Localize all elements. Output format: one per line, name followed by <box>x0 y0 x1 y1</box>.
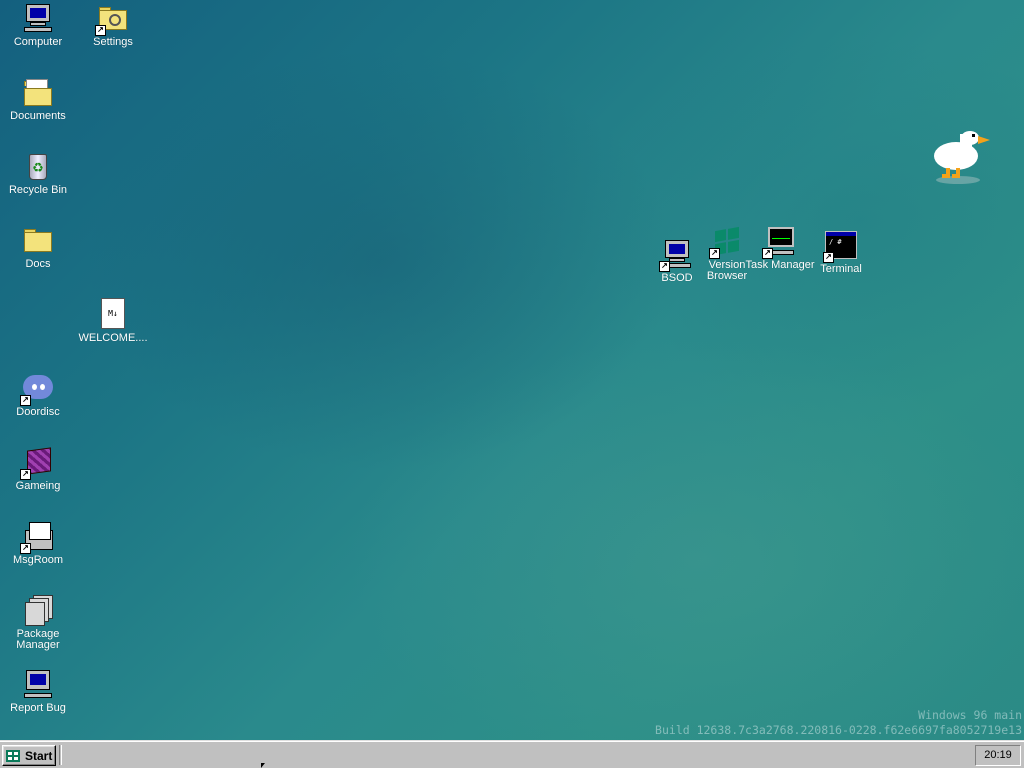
markdown-file-icon: M↓ <box>97 298 129 330</box>
desktop-icon-label: Settings <box>93 36 133 48</box>
desktop-icon-documents[interactable]: Documents <box>2 76 74 122</box>
desktop-icon-report-bug[interactable]: Report Bug <box>2 668 74 714</box>
desktop-icon-msgroom[interactable]: ↗ MsgRoom <box>2 520 74 566</box>
desktop-icon-label: Terminal <box>820 263 862 275</box>
desktop-icon-label: Report Bug <box>10 702 66 714</box>
recycle-bin-icon: ♻ <box>22 150 54 182</box>
clock-time: 20:19 <box>984 749 1012 761</box>
desktop-icon-label: MsgRoom <box>12 554 64 566</box>
shortcut-arrow-icon: ↗ <box>20 543 31 554</box>
watermark-product: Windows 96 main <box>918 708 1022 722</box>
task-manager-icon: ↗ <box>762 225 796 259</box>
documents-folder-icon <box>22 76 54 108</box>
desktop-icon-label: WELCOME.... <box>78 332 148 344</box>
desktop-icon-terminal[interactable]: / # ↗ Terminal <box>805 229 877 275</box>
shortcut-arrow-icon: ↗ <box>20 395 31 406</box>
file-badge: M↓ <box>108 309 118 318</box>
computer-icon <box>22 2 54 34</box>
desktop-icon-settings[interactable]: ↗ Settings <box>77 2 149 48</box>
taskbar: Start 20:19 <box>0 740 1024 768</box>
watermark-build: Build 12638.7c3a2768.220816-0228.f62e669… <box>655 723 1022 737</box>
desktop-icon-label: Computer <box>13 36 63 48</box>
build-watermark: Windows 96 main Build 12638.7c3a2768.220… <box>655 708 1022 738</box>
desktop-icon-label: Recycle Bin <box>8 184 68 196</box>
discord-icon: ↗ <box>20 372 54 406</box>
start-logo-icon <box>6 750 20 762</box>
desktop-icon-label: Package Manager <box>16 628 60 651</box>
terminal-prompt: / # <box>829 238 842 246</box>
terminal-icon: / # ↗ <box>823 229 857 263</box>
desktop-icon-computer[interactable]: Computer <box>2 2 74 48</box>
desktop-icon-package-manager[interactable]: Package Manager <box>2 594 74 651</box>
chat-computer-icon: ↗ <box>20 520 54 554</box>
desktop-icon-doordisc[interactable]: ↗ Doordisc <box>2 372 74 418</box>
shortcut-arrow-icon: ↗ <box>823 252 834 263</box>
start-button-label: Start <box>25 749 53 763</box>
system-tray-clock[interactable]: 20:19 <box>975 745 1021 766</box>
desktop-icon-welcome-file[interactable]: M↓ WELCOME.... <box>77 298 149 344</box>
desktop-icon-label: Gameing <box>15 480 61 492</box>
start-button[interactable]: Start <box>2 745 56 766</box>
shortcut-arrow-icon: ↗ <box>659 261 670 272</box>
desktop[interactable]: Computer ↗ Settings Documents ♻ Recycle … <box>0 0 1024 740</box>
desktop-icon-label: Doordisc <box>16 406 60 418</box>
settings-icon: ↗ <box>95 2 129 36</box>
desktop-icon-gameing[interactable]: ↗ Gameing <box>2 446 74 492</box>
desktop-icon-label: Docs <box>25 258 51 270</box>
shortcut-arrow-icon: ↗ <box>762 248 773 259</box>
shortcut-arrow-icon: ↗ <box>709 248 720 259</box>
goose-pet-icon[interactable] <box>930 128 994 186</box>
mouse-cursor-icon <box>261 763 265 768</box>
game-cube-icon: ↗ <box>20 446 54 480</box>
desktop-icon-recycle-bin[interactable]: ♻ Recycle Bin <box>2 150 74 196</box>
windows-flag-icon: ↗ <box>709 225 743 259</box>
desktop-icon-docs[interactable]: Docs <box>2 224 74 270</box>
taskbar-separator <box>59 745 62 765</box>
shortcut-arrow-icon: ↗ <box>95 25 106 36</box>
bsod-computer-icon: ↗ <box>659 238 693 272</box>
folder-icon <box>22 224 54 256</box>
shortcut-arrow-icon: ↗ <box>20 469 31 480</box>
package-manager-icon <box>22 594 54 626</box>
desktop-icon-label: Documents <box>10 110 66 122</box>
report-bug-icon <box>22 668 54 700</box>
